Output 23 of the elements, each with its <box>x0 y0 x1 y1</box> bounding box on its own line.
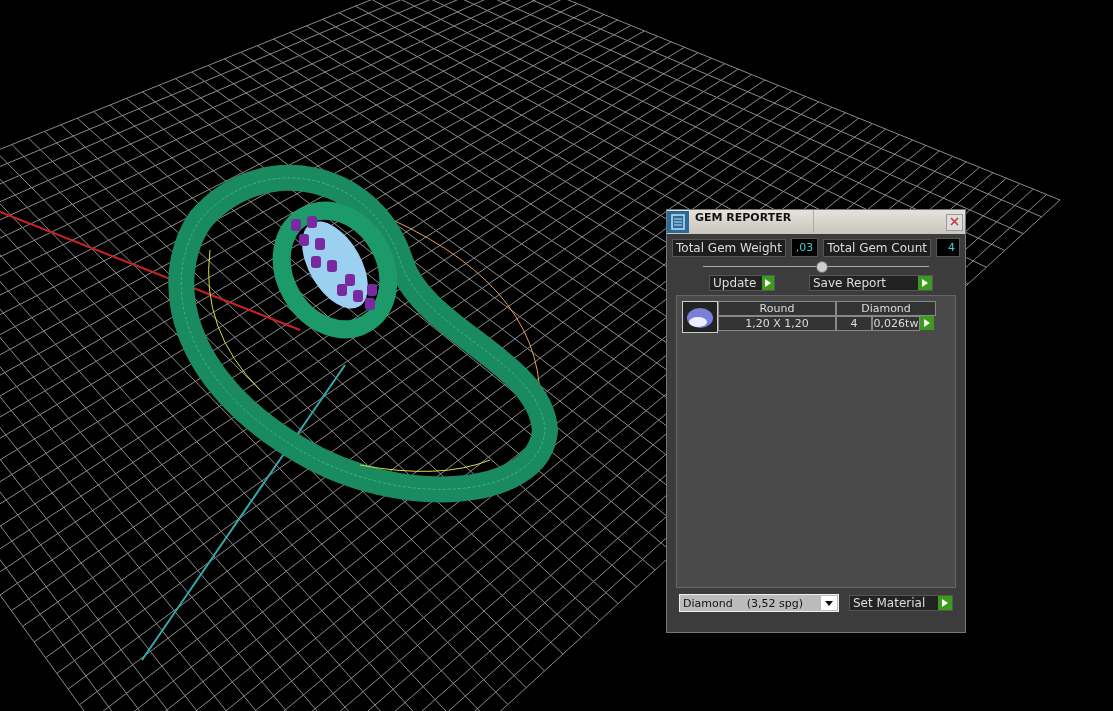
total-count-label: Total Gem Count <box>823 238 931 257</box>
total-weight-label: Total Gem Weight <box>672 238 786 257</box>
table-cell: 1,20 X 1,20 <box>718 316 836 331</box>
total-weight-value: ,03 <box>790 238 819 257</box>
collapse-handle[interactable] <box>816 261 828 273</box>
total-count-value: 4 <box>936 238 960 257</box>
material-dropdown[interactable]: Diamond (3,52 spg) <box>679 594 839 612</box>
close-icon <box>950 216 959 226</box>
play-icon <box>918 276 932 290</box>
gem-icon <box>682 301 718 333</box>
table-icon <box>667 211 689 233</box>
play-icon <box>920 316 934 330</box>
set-material-button[interactable]: Set Material <box>849 595 953 611</box>
play-icon <box>938 596 952 610</box>
table-cell: Round <box>718 301 836 316</box>
action-button[interactable]: Update <box>709 275 775 291</box>
action-button[interactable]: Save Report <box>809 275 933 291</box>
table-cell: Diamond <box>836 301 936 316</box>
table-cell: 0,026tw <box>872 316 920 331</box>
play-icon <box>762 276 774 290</box>
window-title: GEM REPORTER <box>695 210 814 233</box>
table-cell: 4 <box>836 316 872 331</box>
close-button[interactable] <box>946 213 963 231</box>
